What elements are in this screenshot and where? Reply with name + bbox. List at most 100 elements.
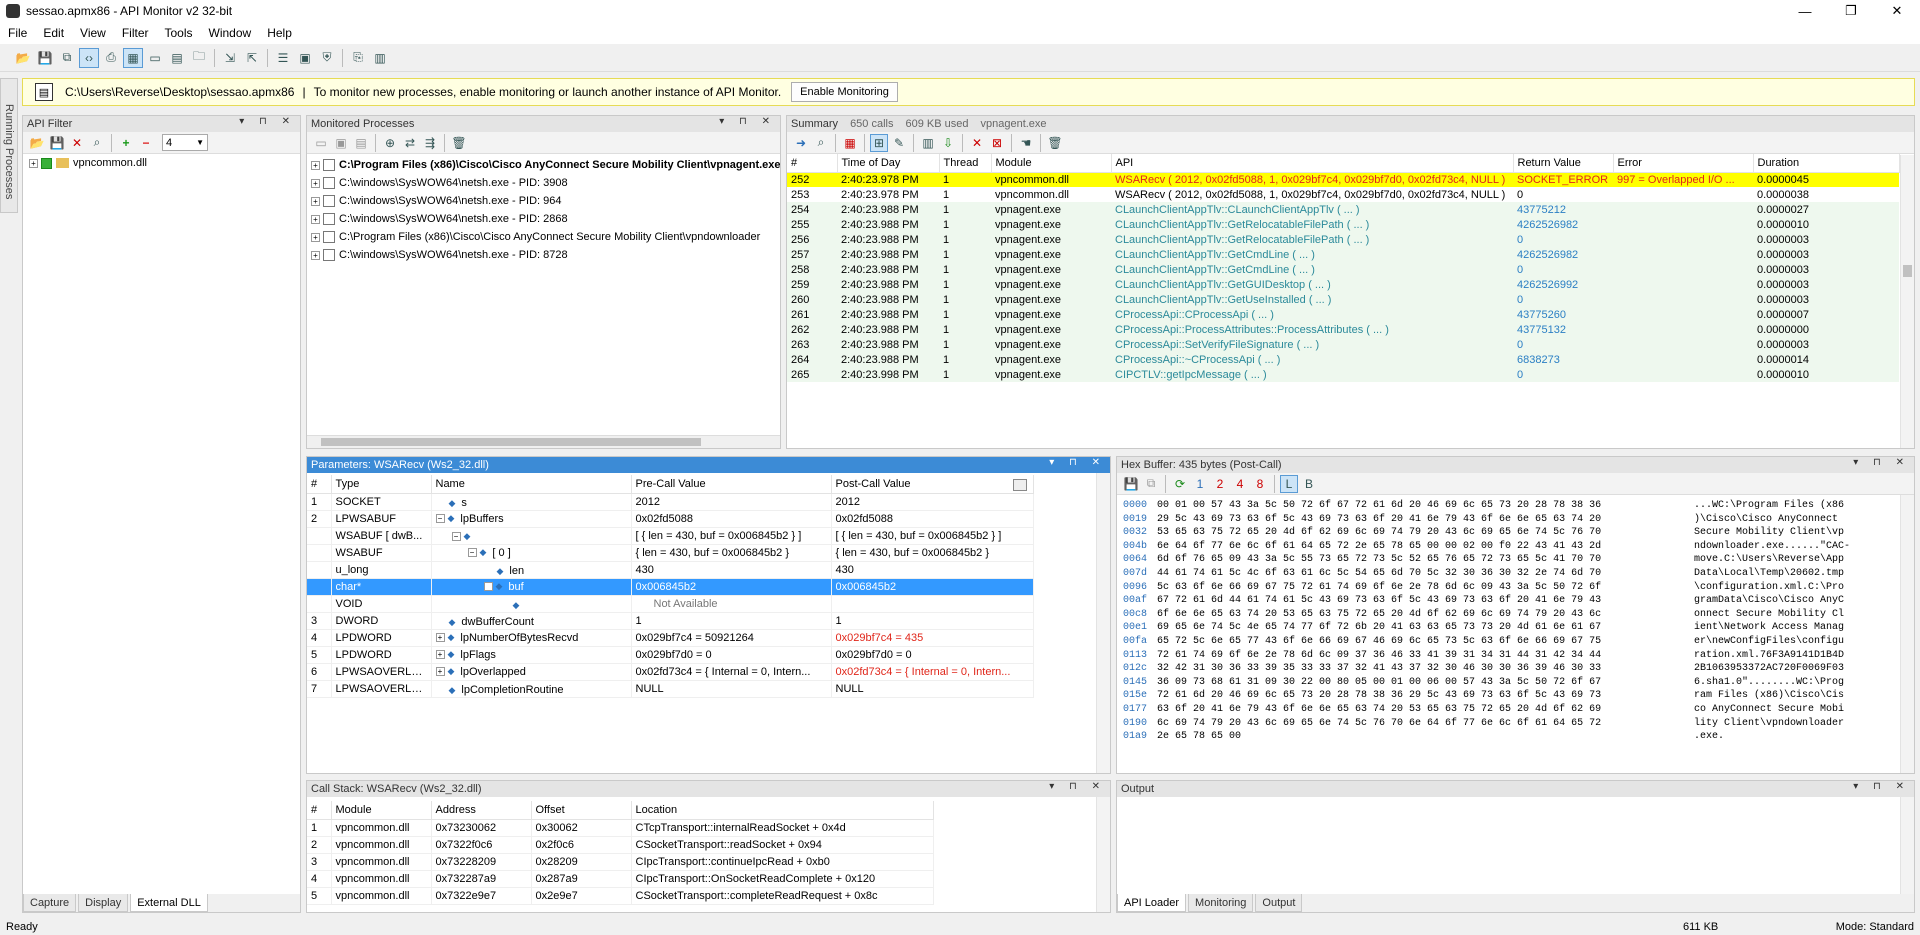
- delete-icon[interactable]: ✕: [68, 134, 86, 152]
- table-row[interactable]: 262 2:40:23.988 PM 1 vpnagent.exe CProcessAp…: [787, 322, 1899, 337]
- process-item[interactable]: + C:\windows\SysWOW64\netsh.exe - PID: 96…: [311, 192, 780, 210]
- param-row[interactable]: WSABUF − ◆ [ 0 ] { len = 430, buf = 0x006845…: [307, 544, 1034, 562]
- column-header[interactable]: Error: [1613, 154, 1754, 173]
- colors-icon[interactable]: ▦: [841, 134, 859, 152]
- minimize-button[interactable]: —: [1782, 0, 1828, 22]
- horizontal-scrollbar[interactable]: [307, 435, 780, 448]
- menu-filter[interactable]: Filter: [114, 26, 157, 40]
- expand-icon[interactable]: +: [311, 250, 320, 260]
- table-row[interactable]: 258 2:40:23.988 PM 1 vpnagent.exe CLaunchCli…: [787, 262, 1899, 277]
- process-item[interactable]: + C:\windows\SysWOW64\netsh.exe - PID: 39…: [311, 174, 780, 192]
- param-row[interactable]: VOID ◆ Not Available: [307, 595, 1034, 613]
- menu-edit[interactable]: Edit: [35, 26, 72, 40]
- open-icon[interactable]: 📂: [13, 48, 33, 68]
- tab-api-loader[interactable]: API Loader: [1117, 894, 1187, 912]
- panel-controls[interactable]: ▾ ⊓ ✕: [1049, 781, 1106, 792]
- expand-icon[interactable]: +: [311, 160, 320, 170]
- trash-icon[interactable]: 🗑: [1046, 134, 1064, 152]
- folder-icon[interactable]: 🗀: [189, 48, 209, 68]
- remove-icon[interactable]: −: [137, 134, 155, 152]
- panel-controls[interactable]: ▾ ⊓ ✕: [1853, 457, 1910, 468]
- param-row[interactable]: u_long ◆ len 430 430: [307, 561, 1034, 579]
- report-icon[interactable]: ▥: [370, 48, 390, 68]
- column-header[interactable]: Post-Call Value: [831, 475, 1034, 494]
- column-header[interactable]: Module: [991, 154, 1112, 173]
- scroll-thumb[interactable]: [1903, 265, 1912, 277]
- column-header[interactable]: Time of Day: [837, 154, 940, 173]
- target-icon[interactable]: ⊕: [381, 134, 399, 152]
- clear-all-icon[interactable]: ⊠: [988, 134, 1006, 152]
- width-1-icon[interactable]: 1: [1191, 475, 1209, 493]
- expand-icon[interactable]: +: [435, 667, 445, 677]
- process-item[interactable]: + C:\Program Files (x86)\Cisco\Cisco AnyC…: [311, 228, 780, 246]
- table-row[interactable]: 260 2:40:23.988 PM 1 vpnagent.exe CLaunchCli…: [787, 292, 1899, 307]
- param-row[interactable]: char* − ◆ buf 0x006845b2 0x006845b2: [307, 578, 1034, 596]
- tab-display[interactable]: Display: [78, 894, 129, 912]
- stack-row[interactable]: 3 vpncommon.dll 0x73228209 0x28209 CIpcTrans…: [307, 853, 934, 871]
- expand-icon[interactable]: +: [29, 158, 38, 168]
- collapse-icon[interactable]: −: [483, 582, 493, 592]
- stop-icon[interactable]: ▣: [332, 134, 350, 152]
- param-row[interactable]: 6 LPWSAOVERLA... + ◆ lpOverlapped 0x02fd73c4 …: [307, 663, 1034, 681]
- stack-row[interactable]: 4 vpncommon.dll 0x732287a9 0x287a9 CIpcTrans…: [307, 870, 934, 888]
- hex-view[interactable]: 0000 0019 0032 004b 0064 007d 0096 00af 00c8 00e1…: [1117, 495, 1914, 744]
- stack-row[interactable]: 5 vpncommon.dll 0x7322e9e7 0x2e9e7 CSocketTr…: [307, 887, 934, 905]
- column-header[interactable]: Pre-Call Value: [631, 475, 832, 494]
- column-header[interactable]: Thread: [939, 154, 992, 173]
- clear-icon[interactable]: ✕: [968, 134, 986, 152]
- column-header[interactable]: Module: [331, 801, 432, 820]
- menu-file[interactable]: File: [0, 26, 35, 40]
- hex-scrollbar[interactable]: [1900, 495, 1914, 773]
- tab-output[interactable]: Output: [1255, 894, 1303, 912]
- scroll-thumb[interactable]: [321, 438, 701, 446]
- param-row[interactable]: 1 SOCKET ◆ s 2012 2012: [307, 493, 1034, 511]
- param-row[interactable]: 2 LPWSABUF − ◆ lpBuffers 0x02fd5088 0x02fd5088: [307, 510, 1034, 528]
- checkbox-icon[interactable]: [41, 157, 52, 169]
- column-header[interactable]: #: [787, 154, 838, 173]
- parameters-scrollbar[interactable]: [1096, 473, 1110, 773]
- download-icon[interactable]: ⇩: [939, 134, 957, 152]
- width-2-icon[interactable]: 2: [1211, 475, 1229, 493]
- panel-controls[interactable]: ▾ ⊓ ✕: [1049, 457, 1106, 468]
- print-icon[interactable]: ⎙: [101, 48, 121, 68]
- table-row[interactable]: 252 2:40:23.978 PM 1 vpncommon.dll WSARecv (…: [787, 172, 1899, 187]
- tab-monitoring[interactable]: Monitoring: [1188, 894, 1254, 912]
- column-header[interactable]: API: [1111, 154, 1514, 173]
- hook-icon[interactable]: ⇄: [401, 134, 419, 152]
- little-endian-icon[interactable]: L: [1280, 474, 1298, 493]
- tab-capture[interactable]: Capture: [23, 894, 77, 912]
- table-row[interactable]: 257 2:40:23.988 PM 1 vpnagent.exe CLaunchCli…: [787, 247, 1899, 262]
- collapse-icon[interactable]: −: [467, 548, 477, 558]
- column-header[interactable]: #: [307, 475, 332, 494]
- output-scrollbar[interactable]: [1900, 797, 1914, 894]
- table-row[interactable]: 259 2:40:23.988 PM 1 vpnagent.exe CLaunchCli…: [787, 277, 1899, 292]
- save-icon[interactable]: 💾: [48, 134, 66, 152]
- level-select[interactable]: 4 ▼: [162, 134, 208, 151]
- columns-button[interactable]: [1013, 479, 1027, 491]
- process-icon[interactable]: ▭: [312, 134, 330, 152]
- window-layout-icon[interactable]: ▦: [123, 47, 143, 68]
- expand-icon[interactable]: +: [435, 633, 445, 643]
- big-endian-icon[interactable]: B: [1300, 475, 1318, 493]
- panel-controls[interactable]: ▾ ⊓ ✕: [1853, 781, 1910, 792]
- column-header[interactable]: Duration: [1753, 154, 1900, 173]
- panel-icon[interactable]: ▭: [145, 48, 165, 68]
- maximize-button[interactable]: ❐: [1828, 0, 1874, 22]
- menu-help[interactable]: Help: [259, 26, 300, 40]
- panel-controls[interactable]: ▾ ⊓ ✕: [719, 116, 776, 127]
- open-icon[interactable]: 📂: [28, 134, 46, 152]
- save-icon[interactable]: 💾: [35, 48, 55, 68]
- table-row[interactable]: 265 2:40:23.998 PM 1 vpnagent.exe CIPCTLV::g…: [787, 367, 1899, 382]
- table-row[interactable]: 254 2:40:23.988 PM 1 vpnagent.exe CLaunchCli…: [787, 202, 1899, 217]
- binoculars-icon[interactable]: ⌕: [812, 134, 830, 152]
- enable-monitoring-button[interactable]: Enable Monitoring: [791, 82, 898, 102]
- call-stack-scrollbar[interactable]: [1096, 797, 1110, 912]
- tree-view-icon[interactable]: ⊞: [870, 133, 888, 152]
- param-row[interactable]: 5 LPDWORD + ◆ lpFlags 0x029bf7d0 = 0 0x029bf7d…: [307, 646, 1034, 664]
- table-row[interactable]: 255 2:40:23.988 PM 1 vpnagent.exe CLaunchCli…: [787, 217, 1899, 232]
- close-button[interactable]: ✕: [1874, 0, 1920, 22]
- menu-view[interactable]: View: [72, 26, 114, 40]
- expand-icon[interactable]: +: [311, 232, 320, 242]
- collapse-icon[interactable]: −: [435, 514, 445, 524]
- find-icon[interactable]: ⌕: [88, 134, 106, 152]
